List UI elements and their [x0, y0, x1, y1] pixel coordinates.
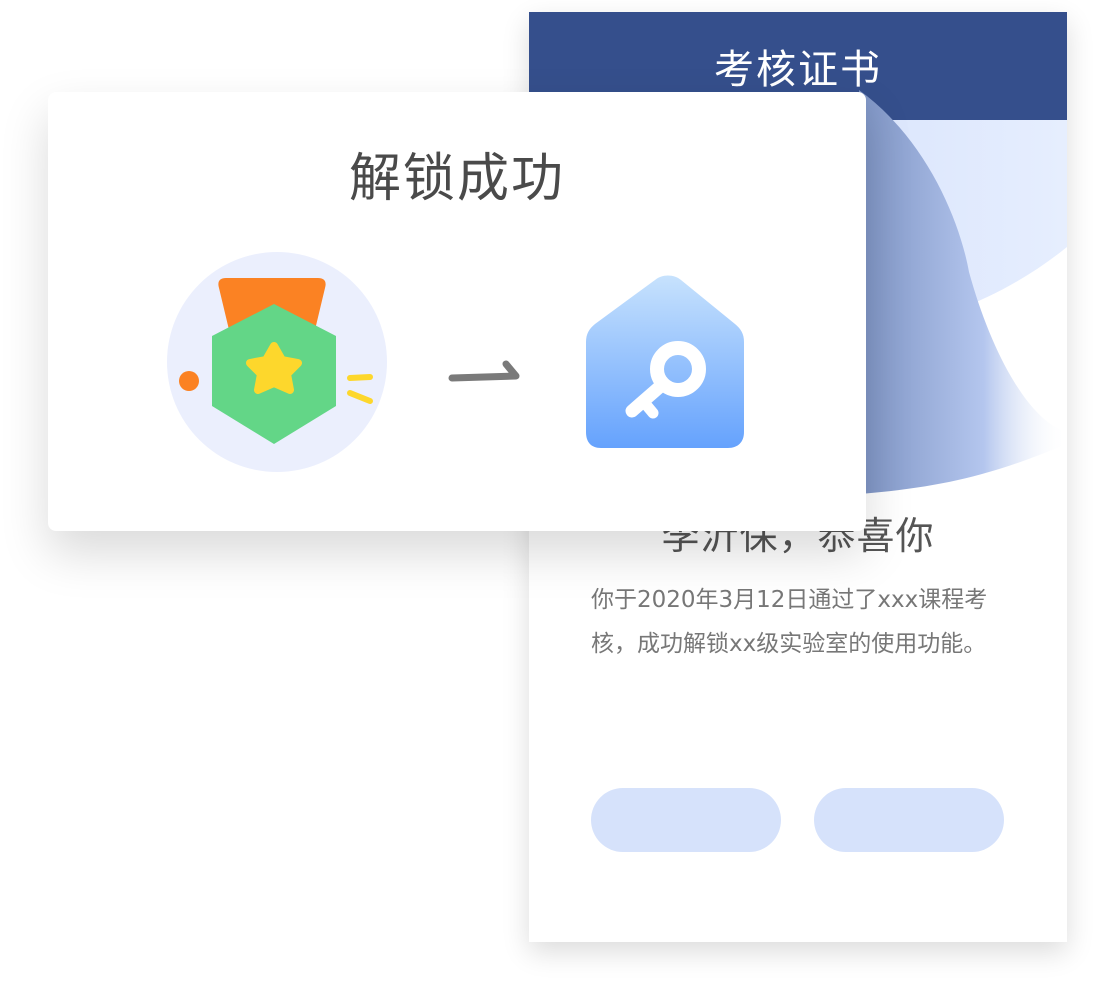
- arrow-right-icon: [448, 360, 520, 382]
- certificate-action-button-right[interactable]: [814, 788, 1004, 852]
- popup-title: 解锁成功: [348, 149, 565, 209]
- certificate-body-text: 你于2020年3月12日通过了xxx课程考核，成功解锁xx级实验室的使用功能。: [591, 587, 988, 657]
- unlock-success-popup: 解锁成功: [48, 92, 866, 531]
- certificate-action-button-left[interactable]: [591, 788, 781, 852]
- certificate-title: 考核证书: [714, 47, 882, 93]
- key-house-icon: [586, 275, 744, 448]
- medal-star-icon: [167, 252, 387, 472]
